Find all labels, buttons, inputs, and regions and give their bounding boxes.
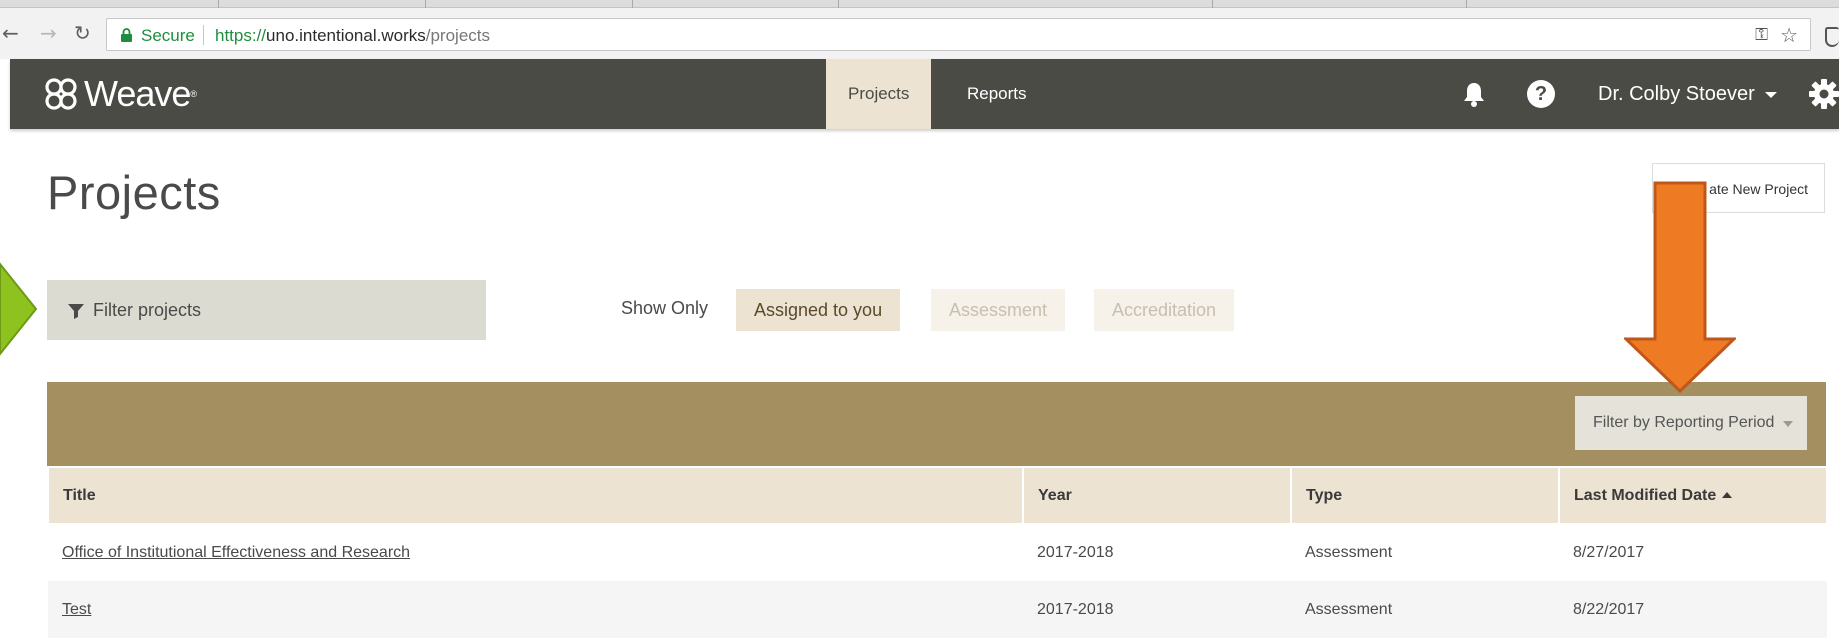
sort-asc-icon xyxy=(1722,492,1733,499)
browser-tab-edge[interactable] xyxy=(838,0,839,8)
key-icon[interactable]: ⚿ xyxy=(1755,25,1768,45)
reload-icon[interactable]: ↻ xyxy=(74,22,91,44)
secure-label: Secure xyxy=(141,26,195,45)
column-header-last-modified[interactable]: Last Modified Date xyxy=(1558,466,1828,525)
tab-projects[interactable]: Projects xyxy=(826,59,932,129)
table-row: Office of Institutional Effectiveness an… xyxy=(48,524,1827,581)
filter-projects-box[interactable] xyxy=(47,280,486,340)
bell-icon[interactable] xyxy=(1462,81,1486,107)
reporting-period-label: Filter by Reporting Period xyxy=(1593,414,1775,431)
browser-address-bar: ← → ↻ Secure https://uno.intentional.wor… xyxy=(0,8,1839,59)
browser-tab-edge[interactable] xyxy=(218,0,219,8)
back-icon[interactable]: ← xyxy=(2,22,19,44)
weave-logo-icon xyxy=(45,78,77,110)
user-name: Dr. Colby Stoever xyxy=(1598,83,1755,105)
cell-type: Assessment xyxy=(1291,581,1559,638)
column-header-title[interactable]: Title xyxy=(47,466,1024,525)
logo-trademark: ® xyxy=(190,89,198,99)
help-icon[interactable]: ? xyxy=(1527,80,1555,108)
browser-tab-strip xyxy=(0,0,1839,8)
gear-icon[interactable] xyxy=(1808,78,1839,110)
extension-shield-icon[interactable] xyxy=(1825,27,1839,47)
chevron-down-icon xyxy=(1764,91,1777,98)
url-field[interactable]: Secure https://uno.intentional.works/pro… xyxy=(106,18,1811,51)
project-link[interactable]: Test xyxy=(62,601,91,618)
reporting-period-dropdown[interactable]: Filter by Reporting Period xyxy=(1575,396,1807,450)
cell-modified: 8/27/2017 xyxy=(1559,524,1827,581)
show-only-label: Show Only xyxy=(621,298,709,318)
browser-tab-edge[interactable] xyxy=(1212,0,1213,8)
url-path: /projects xyxy=(425,26,490,45)
project-link[interactable]: Office of Institutional Effectiveness an… xyxy=(62,544,410,561)
dropdown-caret-icon xyxy=(1783,421,1793,427)
filter-assigned-to-you[interactable]: Assigned to you xyxy=(736,289,901,331)
cell-title: Office of Institutional Effectiveness an… xyxy=(48,524,1023,581)
user-menu[interactable]: Dr. Colby Stoever xyxy=(1598,83,1777,106)
browser-tab-edge[interactable] xyxy=(632,0,633,8)
browser-tab-edge[interactable] xyxy=(1466,0,1467,8)
url-separator xyxy=(203,25,204,45)
table-row: Test 2017-2018 Assessment 8/22/2017 xyxy=(48,581,1827,638)
column-header-type[interactable]: Type xyxy=(1290,466,1560,525)
funnel-icon xyxy=(68,304,84,319)
cell-year: 2017-2018 xyxy=(1023,524,1291,581)
annotation-orange-arrow-icon xyxy=(1624,181,1736,393)
annotation-green-arrow-icon xyxy=(0,262,38,356)
table-header-row: Title Year Type Last Modified Date xyxy=(47,466,1828,525)
url-text: https://uno.intentional.works/projects xyxy=(215,26,490,46)
column-header-last-modified-label: Last Modified Date xyxy=(1574,486,1717,504)
lock-icon xyxy=(121,28,132,42)
cell-type: Assessment xyxy=(1291,524,1559,581)
forward-icon[interactable]: → xyxy=(40,22,57,44)
browser-tab-edge[interactable] xyxy=(425,0,426,8)
column-header-year[interactable]: Year xyxy=(1022,466,1292,525)
filter-accreditation[interactable]: Accreditation xyxy=(1094,289,1235,331)
cell-year: 2017-2018 xyxy=(1023,581,1291,638)
filter-projects-input[interactable] xyxy=(93,294,463,326)
page-title: Projects xyxy=(47,166,221,219)
cell-title: Test xyxy=(48,581,1023,638)
url-host: uno.intentional.works xyxy=(266,26,426,45)
tab-reports[interactable]: Reports xyxy=(945,59,1049,129)
weave-logo[interactable]: Weave ® xyxy=(44,73,198,114)
url-scheme: https:// xyxy=(215,26,267,45)
cell-modified: 8/22/2017 xyxy=(1559,581,1827,638)
app-navbar: Weave ® Projects Reports ? Dr. Colby Stoe… xyxy=(10,59,1839,129)
star-icon[interactable]: ☆ xyxy=(1780,23,1798,48)
filter-assessment[interactable]: Assessment xyxy=(931,289,1066,331)
table-toolbar xyxy=(47,382,1826,466)
projects-table: Title Year Type Last Modified Date Offic… xyxy=(47,466,1828,638)
logo-text: Weave xyxy=(84,73,191,114)
